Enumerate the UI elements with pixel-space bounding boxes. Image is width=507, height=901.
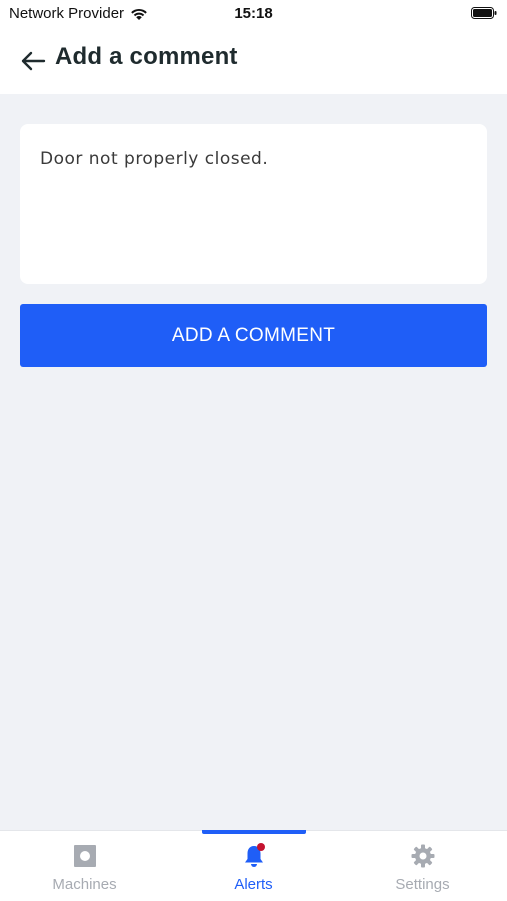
tab-label-settings: Settings [395, 876, 450, 893]
tab-label-machines: Machines [52, 876, 117, 893]
bell-icon [244, 843, 265, 867]
comment-card [20, 124, 487, 284]
tab-alerts[interactable]: Alerts [169, 830, 338, 901]
app-header: Add a comment [0, 28, 507, 94]
status-bar: Network Provider 15:18 [0, 0, 507, 28]
page-title: Add a comment [55, 43, 238, 70]
tab-label-alerts: Alerts [234, 876, 273, 893]
arrow-left-icon [21, 51, 46, 71]
comment-input[interactable] [40, 148, 470, 268]
machine-icon [73, 845, 96, 867]
battery-icon [471, 7, 497, 19]
bottom-tab-bar: Machines Alerts Settings [0, 830, 507, 901]
active-tab-indicator [202, 830, 306, 834]
back-button[interactable] [18, 46, 48, 76]
status-time: 15:18 [234, 5, 273, 22]
alert-badge [256, 843, 265, 851]
tab-machines[interactable]: Machines [0, 831, 169, 901]
tab-settings[interactable]: Settings [338, 831, 507, 901]
add-comment-button[interactable]: ADD A COMMENT [20, 304, 487, 367]
gear-icon [411, 844, 434, 868]
